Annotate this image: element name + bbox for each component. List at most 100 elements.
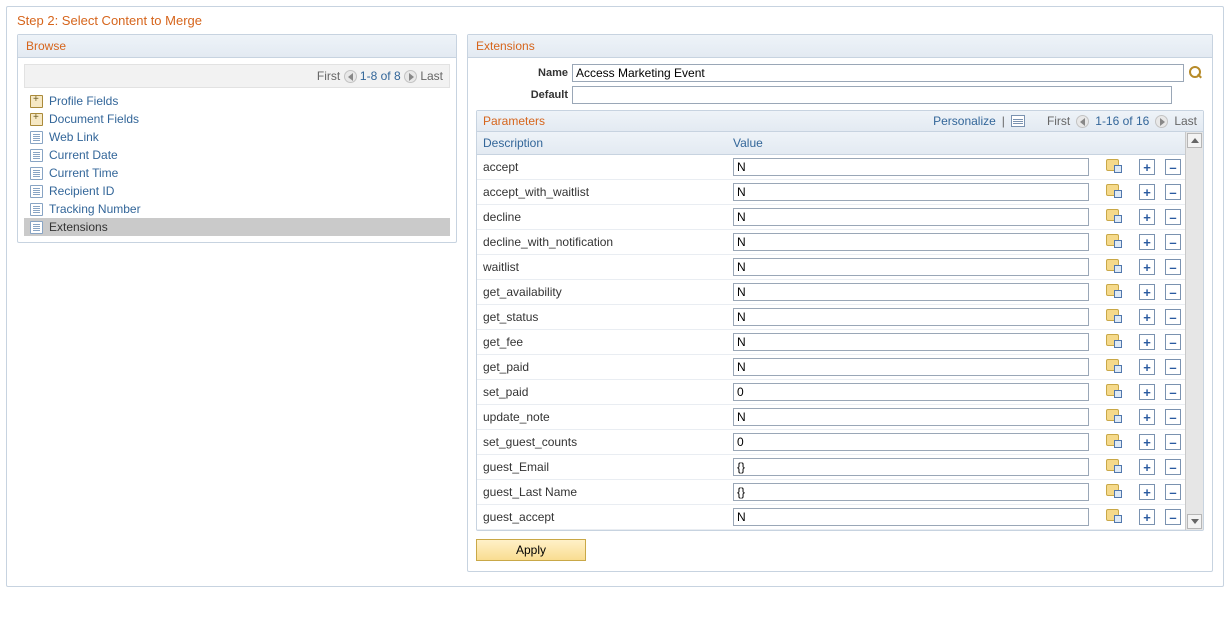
- param-description: get_availability: [477, 280, 727, 305]
- add-row-button[interactable]: +: [1139, 384, 1155, 400]
- row-lookup-icon[interactable]: [1106, 183, 1122, 198]
- add-row-button[interactable]: +: [1139, 234, 1155, 250]
- browse-item[interactable]: Current Date: [24, 146, 450, 164]
- browse-item-label[interactable]: Web Link: [49, 130, 99, 144]
- add-row-button[interactable]: +: [1139, 284, 1155, 300]
- row-lookup-icon[interactable]: [1106, 458, 1122, 473]
- add-row-button[interactable]: +: [1139, 209, 1155, 225]
- add-row-button[interactable]: +: [1139, 159, 1155, 175]
- add-row-button[interactable]: +: [1139, 434, 1155, 450]
- remove-row-button[interactable]: –: [1165, 434, 1181, 450]
- remove-row-button[interactable]: –: [1165, 359, 1181, 375]
- param-value-input[interactable]: [733, 158, 1089, 176]
- col-value[interactable]: Value: [727, 132, 1095, 155]
- row-lookup-icon[interactable]: [1106, 283, 1122, 298]
- param-value-input[interactable]: [733, 383, 1089, 401]
- remove-row-button[interactable]: –: [1165, 234, 1181, 250]
- remove-row-button[interactable]: –: [1165, 159, 1181, 175]
- add-row-button[interactable]: +: [1139, 259, 1155, 275]
- param-value-input[interactable]: [733, 233, 1089, 251]
- row-lookup-icon[interactable]: [1106, 208, 1122, 223]
- row-lookup-icon[interactable]: [1106, 308, 1122, 323]
- param-value-input[interactable]: [733, 358, 1089, 376]
- col-description[interactable]: Description: [477, 132, 727, 155]
- browse-item[interactable]: Profile Fields: [24, 92, 450, 110]
- remove-row-button[interactable]: –: [1165, 309, 1181, 325]
- params-next-icon[interactable]: [1155, 115, 1168, 128]
- param-description: decline: [477, 205, 727, 230]
- browse-last-label: Last: [420, 69, 443, 83]
- remove-row-button[interactable]: –: [1165, 384, 1181, 400]
- apply-button[interactable]: Apply: [476, 539, 586, 561]
- remove-row-button[interactable]: –: [1165, 209, 1181, 225]
- row-lookup-icon[interactable]: [1106, 383, 1122, 398]
- row-lookup-icon[interactable]: [1106, 408, 1122, 423]
- remove-row-button[interactable]: –: [1165, 334, 1181, 350]
- param-value-input[interactable]: [733, 483, 1089, 501]
- add-row-button[interactable]: +: [1139, 334, 1155, 350]
- default-input[interactable]: [572, 86, 1172, 104]
- param-value-input[interactable]: [733, 508, 1089, 526]
- row-lookup-icon[interactable]: [1106, 233, 1122, 248]
- browse-item[interactable]: Tracking Number: [24, 200, 450, 218]
- personalize-link[interactable]: Personalize: [933, 114, 996, 128]
- add-row-button[interactable]: +: [1139, 509, 1155, 525]
- row-lookup-icon[interactable]: [1106, 508, 1122, 523]
- browse-item-label[interactable]: Tracking Number: [49, 202, 141, 216]
- scrollbar[interactable]: [1185, 132, 1203, 530]
- name-input[interactable]: [572, 64, 1184, 82]
- remove-row-button[interactable]: –: [1165, 284, 1181, 300]
- remove-row-button[interactable]: –: [1165, 259, 1181, 275]
- scroll-down-icon[interactable]: [1187, 514, 1202, 529]
- param-value-input[interactable]: [733, 258, 1089, 276]
- remove-row-button[interactable]: –: [1165, 484, 1181, 500]
- remove-row-button[interactable]: –: [1165, 409, 1181, 425]
- params-range[interactable]: 1-16 of 16: [1095, 114, 1149, 128]
- param-value-input[interactable]: [733, 408, 1089, 426]
- param-description: waitlist: [477, 255, 727, 280]
- param-value-input[interactable]: [733, 458, 1089, 476]
- add-row-button[interactable]: +: [1139, 184, 1155, 200]
- browse-item-label[interactable]: Recipient ID: [49, 184, 114, 198]
- row-lookup-icon[interactable]: [1106, 483, 1122, 498]
- browse-prev-icon[interactable]: [344, 70, 357, 83]
- table-row: guest_Email+–: [477, 455, 1185, 480]
- param-value-input[interactable]: [733, 183, 1089, 201]
- browse-item[interactable]: Current Time: [24, 164, 450, 182]
- param-value-input[interactable]: [733, 333, 1089, 351]
- browse-item-label[interactable]: Current Date: [49, 148, 118, 162]
- params-prev-icon[interactable]: [1076, 115, 1089, 128]
- folder-icon: [30, 95, 43, 108]
- scroll-up-icon[interactable]: [1187, 133, 1202, 148]
- param-value-input[interactable]: [733, 433, 1089, 451]
- remove-row-button[interactable]: –: [1165, 184, 1181, 200]
- add-row-button[interactable]: +: [1139, 359, 1155, 375]
- browse-item-label[interactable]: Profile Fields: [49, 94, 118, 108]
- row-lookup-icon[interactable]: [1106, 358, 1122, 373]
- param-value-input[interactable]: [733, 308, 1089, 326]
- row-lookup-icon[interactable]: [1106, 333, 1122, 348]
- add-row-button[interactable]: +: [1139, 309, 1155, 325]
- grid-view-icon[interactable]: [1011, 115, 1025, 127]
- browse-item[interactable]: Recipient ID: [24, 182, 450, 200]
- step-frame: Step 2: Select Content to Merge Browse F…: [6, 6, 1224, 587]
- row-lookup-icon[interactable]: [1106, 433, 1122, 448]
- browse-range[interactable]: 1-8 of 8: [360, 69, 401, 83]
- add-row-button[interactable]: +: [1139, 459, 1155, 475]
- browse-item[interactable]: Web Link: [24, 128, 450, 146]
- browse-next-icon[interactable]: [404, 70, 417, 83]
- remove-row-button[interactable]: –: [1165, 509, 1181, 525]
- browse-item-label[interactable]: Extensions: [49, 220, 108, 234]
- name-lookup-icon[interactable]: [1188, 65, 1204, 81]
- browse-item[interactable]: Document Fields: [24, 110, 450, 128]
- row-lookup-icon[interactable]: [1106, 258, 1122, 273]
- row-lookup-icon[interactable]: [1106, 158, 1122, 173]
- browse-item-label[interactable]: Current Time: [49, 166, 118, 180]
- remove-row-button[interactable]: –: [1165, 459, 1181, 475]
- browse-item-label[interactable]: Document Fields: [49, 112, 139, 126]
- param-value-input[interactable]: [733, 208, 1089, 226]
- add-row-button[interactable]: +: [1139, 409, 1155, 425]
- param-value-input[interactable]: [733, 283, 1089, 301]
- browse-item[interactable]: Extensions: [24, 218, 450, 236]
- add-row-button[interactable]: +: [1139, 484, 1155, 500]
